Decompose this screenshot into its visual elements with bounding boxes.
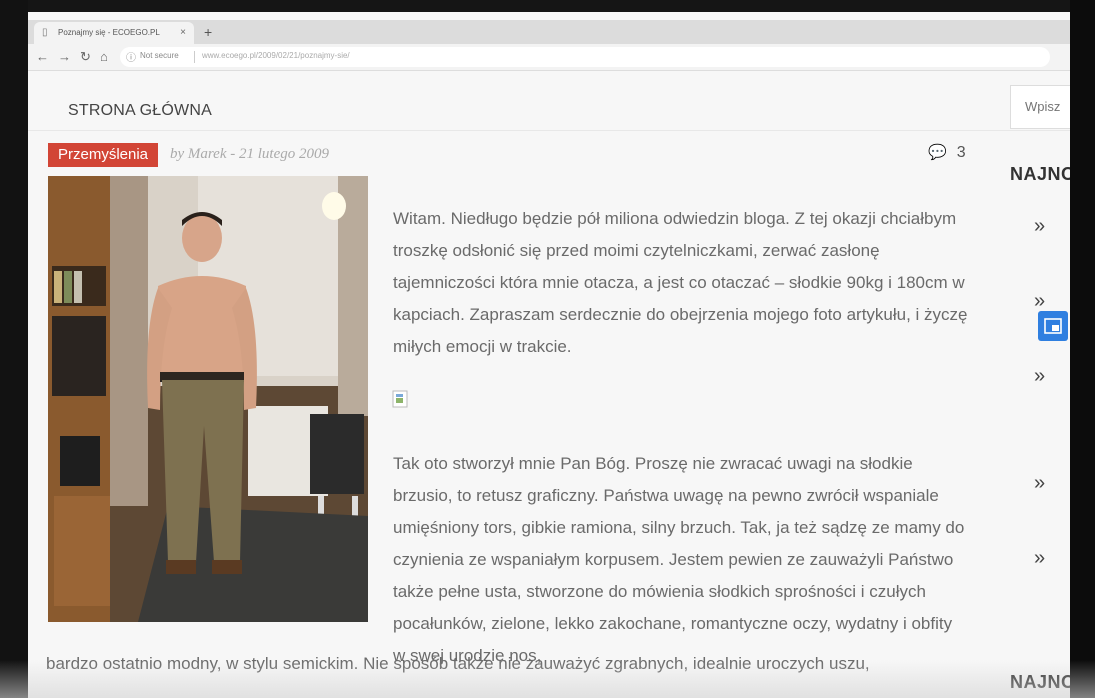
post-byline: by Marek - 21 lutego 2009 (170, 146, 329, 162)
tab-title: Poznajmy się - ECOEGO.PL (58, 28, 160, 37)
comments-icon: 💬 (928, 144, 947, 161)
search-input[interactable] (1023, 98, 1070, 115)
sidebar-arrow-icon[interactable]: » (1034, 365, 1045, 388)
new-tab-button[interactable]: + (204, 22, 212, 42)
post-photo (48, 176, 368, 622)
sidebar-arrow-icon[interactable]: » (1034, 547, 1045, 570)
monitor-bezel-left (0, 0, 28, 698)
comments-link[interactable]: 💬 3 (928, 143, 966, 162)
sidebar-heading: NAJNO (1010, 164, 1070, 184)
address-bar[interactable]: ⓘ Not secure www.ecoego.pl/2009/02/21/po… (120, 47, 1050, 67)
site-navigation: STRONA GŁÓWNA (28, 71, 1070, 131)
sidebar-arrow-icon[interactable]: » (1034, 472, 1045, 495)
reload-icon[interactable]: ↻ (80, 48, 91, 66)
article-paragraph-2: Tak oto stworzył mnie Pan Bóg. Proszę ni… (393, 454, 965, 665)
monitor-screen: ▯ Poznajmy się - ECOEGO.PL × + ← → ↻ ⌂ ⓘ… (28, 12, 1070, 698)
sidebar-arrow-icon[interactable]: » (1034, 290, 1045, 313)
browser-toolbar: ← → ↻ ⌂ ⓘ Not secure www.ecoego.pl/2009/… (28, 44, 1070, 71)
document-icon: ▯ (42, 27, 48, 38)
sidebar-arrow-icon[interactable]: » (1034, 215, 1045, 238)
article-paragraph-1: Witam. Niedługo będzie pół miliona odwie… (393, 209, 968, 356)
picture-in-picture-icon (1044, 318, 1062, 334)
comment-count: 3 (956, 144, 966, 161)
broken-image-icon (392, 390, 408, 408)
category-badge[interactable]: Przemyślenia (48, 143, 159, 167)
photo-illustration (48, 176, 368, 622)
monitor-bezel-right (1070, 0, 1095, 698)
forward-arrow-icon[interactable]: → (58, 48, 71, 66)
info-icon[interactable]: ⓘ (126, 49, 136, 64)
browser-tab[interactable]: ▯ Poznajmy się - ECOEGO.PL × (34, 22, 194, 44)
search-box[interactable] (1010, 85, 1070, 129)
monitor-bezel-top (0, 0, 1095, 12)
nav-home-link[interactable]: STRONA GŁÓWNA (68, 102, 212, 120)
not-secure-label: Not secure (140, 51, 179, 60)
video-overlay-gradient (0, 660, 1095, 698)
divider (194, 51, 195, 63)
home-icon[interactable]: ⌂ (100, 48, 108, 66)
url-text[interactable]: www.ecoego.pl/2009/02/21/poznajmy-sie/ (202, 51, 350, 60)
tab-close-button[interactable]: × (180, 22, 186, 44)
header-divider (28, 130, 1070, 131)
browser-tab-bar: ▯ Poznajmy się - ECOEGO.PL × + (28, 20, 1070, 44)
picture-in-picture-button[interactable] (1038, 311, 1068, 341)
back-arrow-icon[interactable]: ← (36, 48, 49, 66)
